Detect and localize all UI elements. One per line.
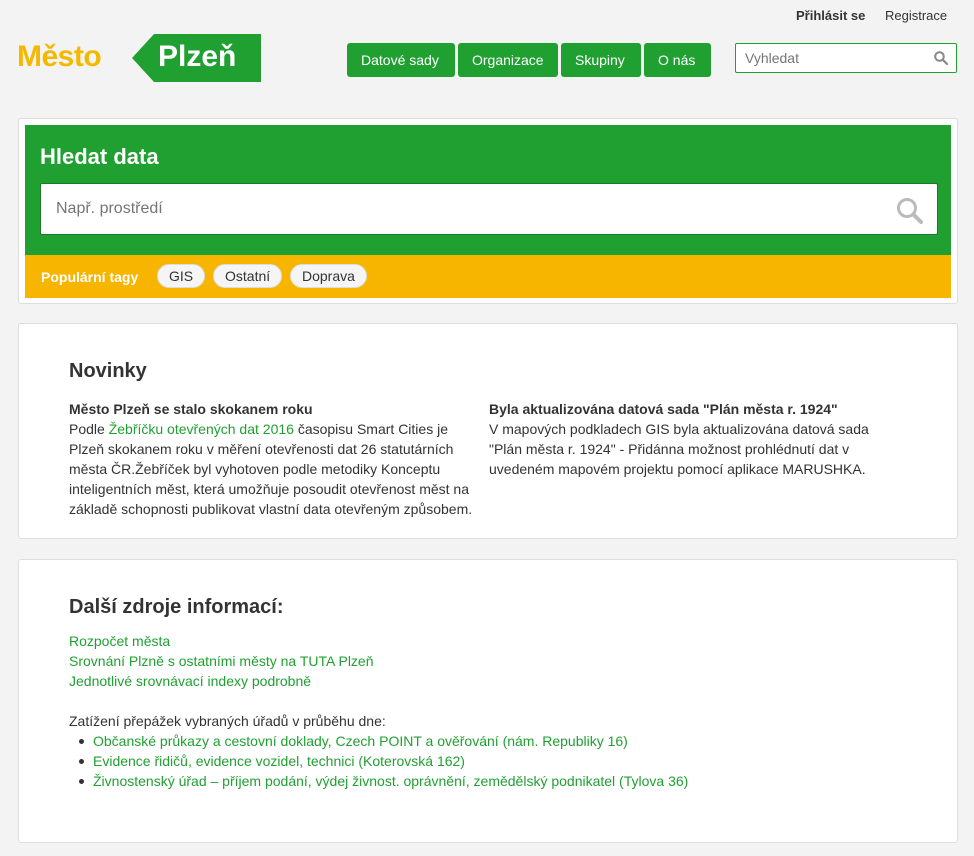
list-item: Evidence řidičů, evidence vozidel, techn… xyxy=(69,751,688,771)
indexes-link[interactable]: Jednotlivé srovnávací indexy podrobně xyxy=(69,671,374,691)
search-icon[interactable] xyxy=(934,51,949,68)
logo-text-plzen: Plzeň xyxy=(158,40,237,73)
resource-links: Rozpočet města Srovnání Plzně s ostatním… xyxy=(69,631,374,691)
hero-search-input[interactable] xyxy=(41,184,881,234)
resources-title: Další zdroje informací: xyxy=(69,596,284,618)
news-panel: Novinky Město Plzeň se stalo skokanem ro… xyxy=(18,323,958,539)
hero-search-field xyxy=(40,183,938,235)
news-item-title: Byla aktualizována datová sada "Plán měs… xyxy=(489,401,838,417)
hero-title: Hledat data xyxy=(40,144,159,169)
top-bar: Přihlásit se Registrace xyxy=(0,0,974,30)
city-comparison-link[interactable]: Srovnání Plzně s ostatními městy na TUTA… xyxy=(69,651,374,671)
tag-gis[interactable]: GIS xyxy=(157,264,206,288)
news-item-text: Podle Žebříčku otevřených dat 2016 časop… xyxy=(69,421,473,517)
popular-tags-bar: Populární tagy GIS Ostatní Doprava xyxy=(25,255,951,298)
office-link-drivers[interactable]: Evidence řidičů, evidence vozidel, techn… xyxy=(93,753,465,769)
nav-datasets[interactable]: Datové sady xyxy=(347,43,455,77)
news-item-title: Město Plzeň se stalo skokanem roku xyxy=(69,401,313,417)
nav-organizations[interactable]: Organizace xyxy=(458,43,558,77)
tag-doprava[interactable]: Doprava xyxy=(290,264,367,288)
office-link-id-cards[interactable]: Občanské průkazy a cestovní doklady, Cze… xyxy=(93,733,628,749)
news-title: Novinky xyxy=(69,360,147,382)
hero-search-panel: Hledat data Populární tagy GIS Ostatní D… xyxy=(18,118,958,304)
popular-tags-label: Populární tagy xyxy=(41,269,139,285)
list-item: Živnostenský úřad – příjem podání, výdej… xyxy=(69,771,688,791)
resources-panel: Další zdroje informací: Rozpočet města S… xyxy=(18,559,958,843)
header-search-input[interactable] xyxy=(736,44,926,72)
register-link[interactable]: Registrace xyxy=(885,8,947,23)
header-search xyxy=(735,43,957,73)
main-nav: Datové sady Organizace Skupiny O nás xyxy=(347,43,711,77)
tag-ostatni[interactable]: Ostatní xyxy=(213,264,283,288)
budget-link[interactable]: Rozpočet města xyxy=(69,631,374,651)
office-load-note: Zatížení přepážek vybraných úřadů v průb… xyxy=(69,713,386,729)
news-item: Město Plzeň se stalo skokanem roku Podle… xyxy=(69,399,479,519)
office-list: Občanské průkazy a cestovní doklady, Cze… xyxy=(69,731,688,791)
nav-groups[interactable]: Skupiny xyxy=(561,43,641,77)
site-logo[interactable]: Město Plzeň xyxy=(17,34,262,82)
news-item: Byla aktualizována datová sada "Plán měs… xyxy=(489,399,899,479)
nav-about[interactable]: O nás xyxy=(644,43,711,77)
office-link-trade[interactable]: Živnostenský úřad – příjem podání, výdej… xyxy=(93,773,688,789)
list-item: Občanské průkazy a cestovní doklady, Cze… xyxy=(69,731,688,751)
logo-text-mesto: Město xyxy=(17,40,102,73)
login-link[interactable]: Přihlásit se xyxy=(796,8,865,23)
news-item-text: V mapových podkladech GIS byla aktualizo… xyxy=(489,421,869,477)
search-icon[interactable] xyxy=(896,197,923,227)
ranking-link[interactable]: Žebříčku otevřených dat 2016 xyxy=(109,421,294,437)
hero-search-box: Hledat data xyxy=(25,125,951,255)
